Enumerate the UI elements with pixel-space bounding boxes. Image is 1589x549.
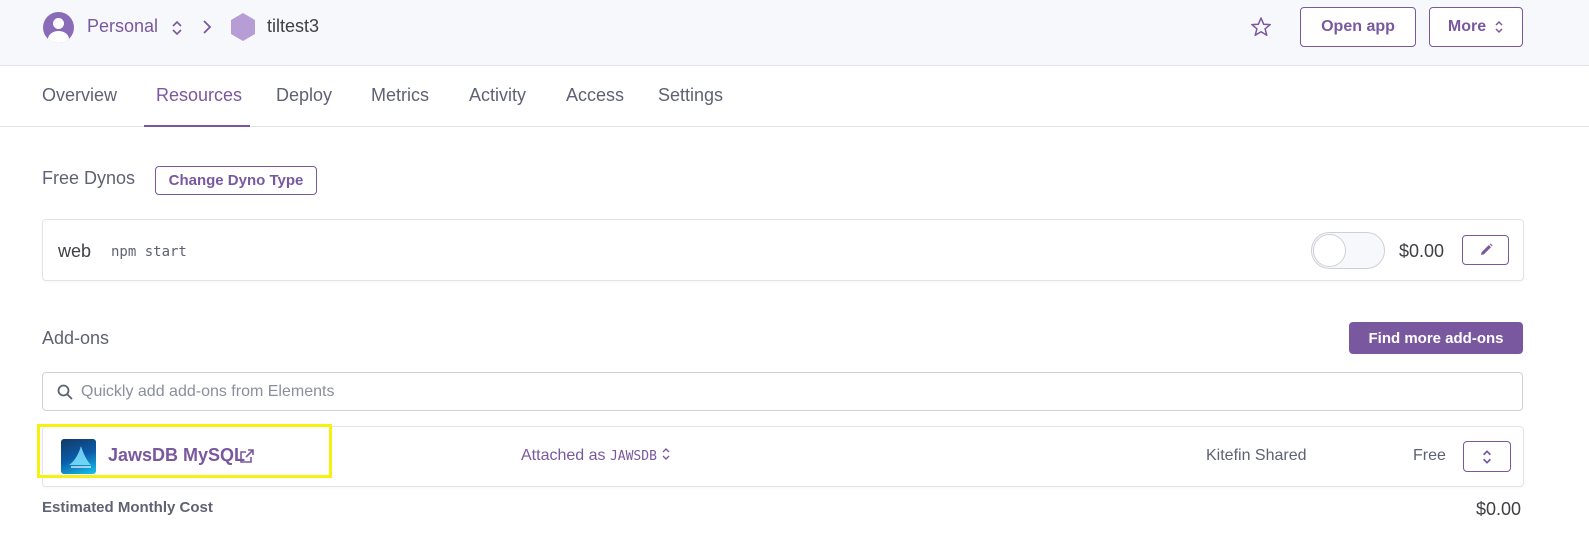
estimated-cost-label: Estimated Monthly Cost: [42, 499, 213, 516]
tab-overview[interactable]: Overview: [42, 85, 117, 106]
app-name[interactable]: tiltest3: [267, 16, 319, 37]
change-dyno-type-label: Change Dyno Type: [168, 172, 304, 189]
chevron-up-down-icon: [1482, 449, 1492, 464]
addon-search-box: [42, 372, 1523, 411]
attached-as-selector[interactable]: Attached as JAWSDB: [521, 447, 671, 465]
open-app-label: Open app: [1321, 18, 1395, 35]
dyno-process-name: web: [58, 241, 92, 261]
addon-price: Free: [1413, 447, 1446, 464]
change-dyno-type-button[interactable]: Change Dyno Type: [155, 166, 317, 195]
chevron-right-icon: [203, 20, 212, 34]
chevron-up-down-icon: [1495, 20, 1503, 34]
dyno-command: npm start: [111, 244, 187, 260]
app-hexagon-icon: [231, 13, 255, 41]
tab-access[interactable]: Access: [566, 85, 624, 106]
tab-deploy[interactable]: Deploy: [276, 85, 332, 106]
tab-settings[interactable]: Settings: [658, 85, 723, 106]
app-tabs: Overview Resources Deploy Metrics Activi…: [0, 66, 1589, 127]
highlight-box: [37, 424, 332, 478]
top-bar: Personal tiltest3 Open app More: [0, 0, 1589, 66]
open-app-button[interactable]: Open app: [1300, 7, 1416, 47]
dyno-toggle[interactable]: [1311, 232, 1385, 269]
find-more-addons-label: Find more add-ons: [1368, 329, 1504, 347]
attached-as-prefix: Attached as: [521, 447, 606, 464]
account-switcher-label[interactable]: Personal: [87, 16, 158, 37]
tab-metrics[interactable]: Metrics: [371, 85, 429, 106]
tab-activity[interactable]: Activity: [469, 85, 526, 106]
free-dynos-heading: Free Dynos: [42, 168, 136, 188]
avatar[interactable]: [43, 12, 74, 43]
pencil-icon: [1480, 243, 1493, 255]
attached-as-name: JAWSDB: [609, 449, 657, 464]
addon-options-button[interactable]: [1463, 441, 1511, 472]
active-tab-indicator: [144, 125, 250, 127]
addons-heading: Add-ons: [42, 328, 110, 348]
addon-search-input[interactable]: [81, 379, 1501, 405]
search-icon: [57, 384, 73, 400]
dyno-cost: $0.00: [1399, 241, 1445, 261]
find-more-addons-button[interactable]: Find more add-ons: [1349, 322, 1523, 354]
addon-plan: Kitefin Shared: [1206, 447, 1307, 464]
more-button[interactable]: More: [1429, 7, 1523, 47]
chevron-up-down-icon: [662, 448, 670, 460]
more-label: More: [1447, 18, 1487, 35]
edit-dyno-button[interactable]: [1462, 235, 1509, 265]
estimated-cost-value: $0.00: [1476, 499, 1522, 519]
star-icon[interactable]: [1250, 16, 1272, 38]
tab-resources[interactable]: Resources: [156, 85, 242, 106]
dyno-row: web npm start $0.00: [42, 219, 1524, 281]
chevron-up-down-icon[interactable]: [170, 19, 184, 37]
